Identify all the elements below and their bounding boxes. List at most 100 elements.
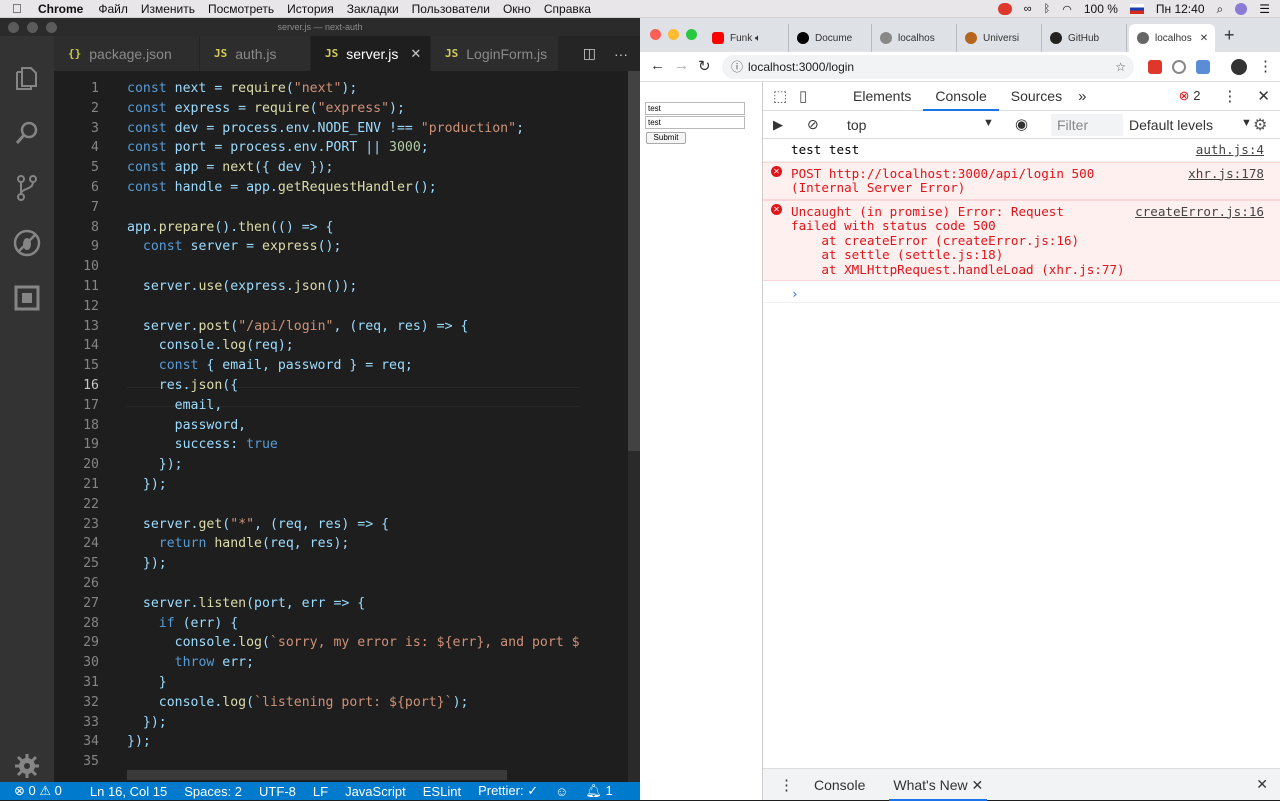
- code-line[interactable]: 15 const { email, password } = req;: [54, 356, 580, 376]
- bookmark-star-icon[interactable]: ☆: [1115, 55, 1126, 79]
- console-log-message[interactable]: test test auth.js:4: [763, 139, 1280, 162]
- code-line[interactable]: 5 const app = next({ dev });: [54, 158, 580, 178]
- indentation[interactable]: Spaces: 2: [184, 784, 242, 799]
- menu-file[interactable]: Файл: [98, 2, 128, 16]
- code-line[interactable]: 16 res.json({: [54, 376, 580, 396]
- console-settings-gear-icon[interactable]: ⚙: [1253, 115, 1267, 135]
- spotlight-icon[interactable]: ⌕: [1217, 2, 1224, 17]
- info-icon[interactable]: ⓘ: [731, 55, 743, 79]
- browser-tab[interactable]: Universi: [957, 24, 1042, 52]
- console-filter-input[interactable]: Filter: [1051, 114, 1123, 136]
- code-line[interactable]: 21 });: [54, 475, 580, 495]
- back-arrow-icon[interactable]: ←: [650, 57, 665, 74]
- code-line[interactable]: 13 server.post("/api/login", (req, res) …: [54, 317, 580, 337]
- code-line[interactable]: 22: [54, 495, 580, 515]
- console-output[interactable]: test test auth.js:4 ✕ POST http://localhost…: [763, 139, 1280, 303]
- tab-auth-js[interactable]: JS auth.js: [200, 36, 311, 71]
- tab-server-js[interactable]: JS server.js ✕: [311, 36, 431, 71]
- drawer-tab-console[interactable]: Console: [814, 777, 865, 793]
- cursor-position[interactable]: Ln 16, Col 15: [90, 784, 167, 799]
- language-flag-icon[interactable]: [1129, 4, 1144, 14]
- menu-window[interactable]: Окно: [503, 2, 531, 16]
- apple-icon[interactable]: : [12, 1, 28, 16]
- search-icon[interactable]: [13, 119, 41, 147]
- more-tabs-icon[interactable]: »: [1078, 88, 1086, 105]
- notification-tray-icon[interactable]: [997, 3, 1012, 15]
- close-tab-icon[interactable]: ✕: [1200, 33, 1208, 44]
- close-drawer-tab-icon[interactable]: ✕: [972, 777, 984, 793]
- chevron-down-icon[interactable]: ▼: [1241, 117, 1252, 129]
- menubar-app-name[interactable]: Chrome: [38, 2, 83, 16]
- clear-console-icon[interactable]: ⊘: [807, 116, 819, 133]
- code-line[interactable]: 6 const handle = app.getRequestHandler();: [54, 178, 580, 198]
- menu-history[interactable]: История: [287, 2, 334, 16]
- console-error-message[interactable]: ✕ Uncaught (in promise) Error: Request fa…: [763, 199, 1280, 281]
- language-mode[interactable]: JavaScript: [345, 784, 406, 799]
- siri-icon[interactable]: [1235, 3, 1248, 15]
- code-line[interactable]: 1 const next = require("next");: [54, 79, 580, 99]
- more-actions-icon[interactable]: ···: [614, 46, 628, 62]
- log-levels-dropdown[interactable]: Default levels: [1129, 117, 1213, 133]
- console-prompt[interactable]: ›: [763, 281, 1280, 303]
- error-badge[interactable]: ⊗ 2: [1179, 88, 1201, 104]
- window-close-button[interactable]: [650, 29, 661, 40]
- tab-elements[interactable]: Elements: [841, 82, 923, 111]
- code-editor[interactable]: 1 const next = require("next"); 2 const exp…: [54, 71, 640, 782]
- end-of-line[interactable]: LF: [313, 784, 328, 799]
- wifi-icon[interactable]: ◠: [1062, 3, 1072, 16]
- context-selector[interactable]: top: [847, 117, 866, 133]
- close-drawer-icon[interactable]: ✕: [1256, 776, 1268, 793]
- extension-icon[interactable]: [1196, 60, 1210, 74]
- extension-icon[interactable]: [1172, 60, 1186, 74]
- prettier-status[interactable]: Prettier: ✓: [478, 783, 538, 799]
- code-line[interactable]: 26: [54, 574, 580, 594]
- devtools-menu-icon[interactable]: ⋮: [1222, 87, 1237, 105]
- profile-avatar-icon[interactable]: [1231, 59, 1247, 75]
- email-field[interactable]: test: [645, 102, 745, 115]
- reload-icon[interactable]: ↻: [698, 57, 711, 75]
- extensions-icon[interactable]: [13, 284, 41, 312]
- code-line[interactable]: 29 console.log(`sorry, my error is: ${er…: [54, 633, 580, 653]
- code-line[interactable]: 35: [54, 752, 580, 772]
- console-source-link[interactable]: auth.js:4: [1196, 142, 1264, 158]
- vertical-scrollbar[interactable]: [628, 71, 640, 782]
- console-source-link[interactable]: xhr.js:178: [1188, 166, 1264, 182]
- feedback-smiley-icon[interactable]: ☺: [555, 784, 568, 799]
- code-line[interactable]: 12: [54, 297, 580, 317]
- tab-console[interactable]: Console: [923, 82, 999, 111]
- code-line[interactable]: 30 throw err;: [54, 653, 580, 673]
- window-minimize-button[interactable]: [668, 29, 679, 40]
- browser-tab[interactable]: Funk 🔈︎: [704, 24, 789, 52]
- console-error-message[interactable]: ✕ POST http://localhost:3000/api/login 50…: [763, 161, 1280, 200]
- sidebar-toggle-icon[interactable]: ▶︎: [773, 117, 783, 133]
- menu-help[interactable]: Справка: [544, 2, 591, 16]
- code-line[interactable]: 3 const dev = process.env.NODE_ENV !== "p…: [54, 119, 580, 139]
- chevron-down-icon[interactable]: ▼: [983, 117, 994, 129]
- tab-package-json[interactable]: {} package.json: [54, 36, 200, 71]
- glasses-icon[interactable]: ∞: [1024, 3, 1032, 15]
- live-expression-eye-icon[interactable]: ◉: [1015, 115, 1028, 133]
- window-zoom-button[interactable]: [686, 29, 697, 40]
- code-line[interactable]: 9 const server = express();: [54, 237, 580, 257]
- notifications-bell[interactable]: 🔔︎ 1: [585, 783, 612, 799]
- explorer-icon[interactable]: [13, 64, 41, 92]
- minimap[interactable]: [579, 71, 629, 131]
- tab-loginform-js[interactable]: JS LoginForm.js: [431, 36, 559, 71]
- code-line[interactable]: 7: [54, 198, 580, 218]
- clock[interactable]: Пн 12:40: [1156, 2, 1205, 16]
- scrollbar-thumb[interactable]: [628, 71, 640, 451]
- audio-icon[interactable]: 🔈︎: [755, 33, 761, 44]
- notification-center-icon[interactable]: ☰: [1259, 2, 1270, 16]
- code-line[interactable]: 24 return handle(req, res);: [54, 534, 580, 554]
- console-source-link[interactable]: createError.js:16: [1135, 204, 1264, 220]
- code-line[interactable]: 4 const port = process.env.PORT || 3000;: [54, 138, 580, 158]
- code-line[interactable]: 25 });: [54, 554, 580, 574]
- source-control-icon[interactable]: [13, 174, 41, 202]
- forward-arrow-icon[interactable]: →: [674, 57, 689, 74]
- battery-status[interactable]: 100 %: [1084, 2, 1118, 16]
- menu-users[interactable]: Пользователи: [412, 2, 490, 16]
- menu-edit[interactable]: Изменить: [141, 2, 195, 16]
- browser-tab-active[interactable]: localhos ✕: [1129, 24, 1215, 52]
- browser-tab[interactable]: localhos: [872, 24, 957, 52]
- problems-indicator[interactable]: ⊗ 0 ⚠ 0: [14, 783, 62, 799]
